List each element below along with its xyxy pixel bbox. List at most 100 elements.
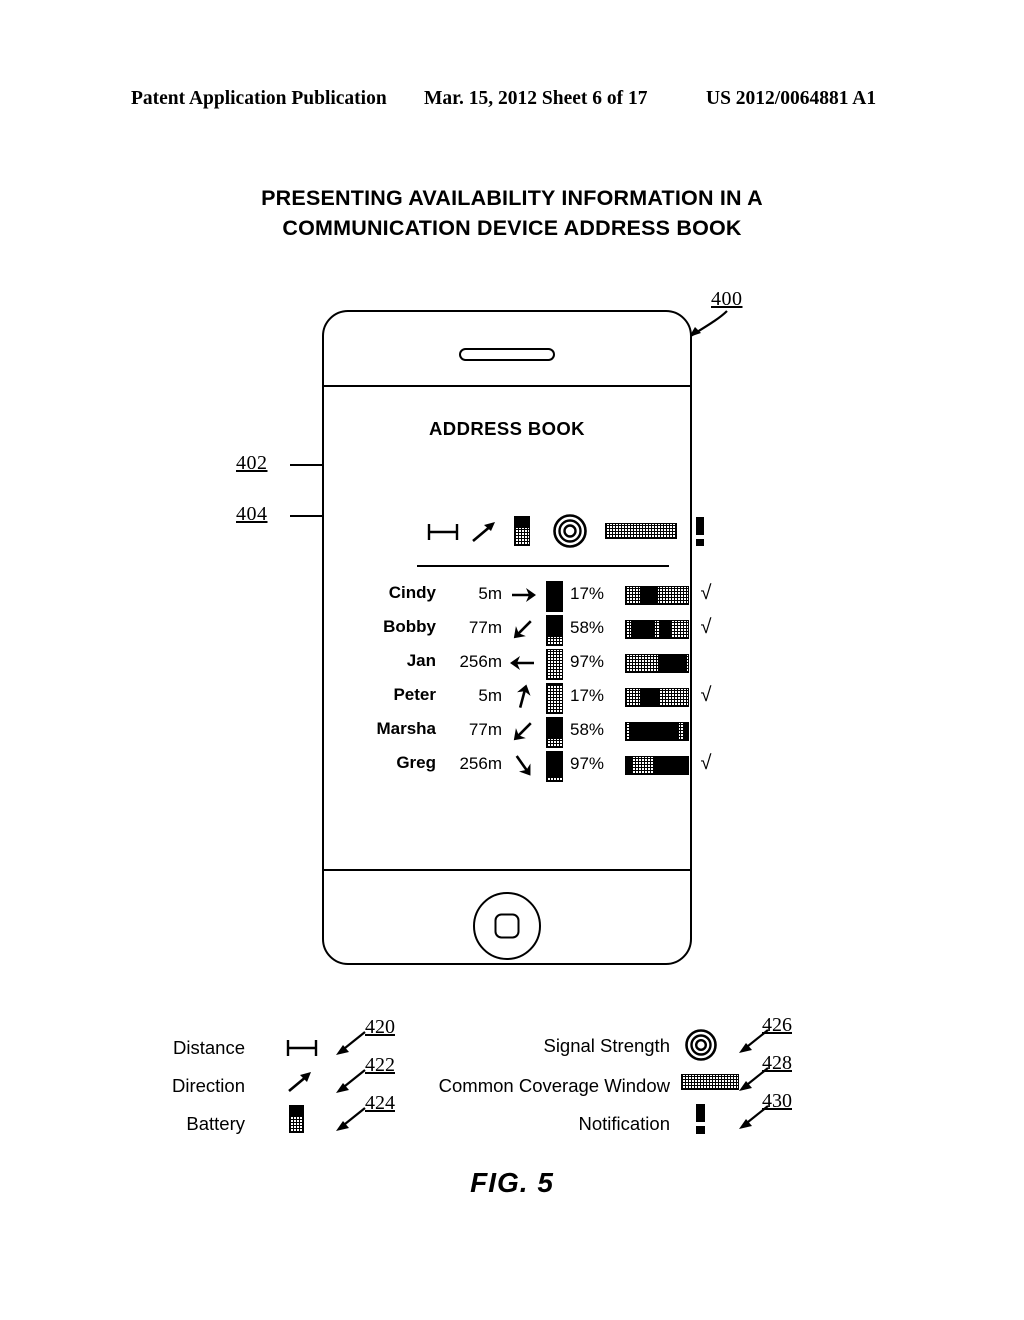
- contact-signal-strength: 97%: [570, 754, 605, 773]
- reference-numeral-420: 420: [365, 1016, 395, 1038]
- contact-name: Bobby: [383, 617, 436, 636]
- figure-title-line-2: COMMUNICATION DEVICE ADDRESS BOOK: [282, 216, 742, 240]
- contact-notification: √: [700, 582, 712, 604]
- figure-title-line-1: PRESENTING AVAILABILITY INFORMATION IN A: [261, 186, 763, 210]
- publication-header: Patent Application Publication Mar. 15, …: [0, 88, 1024, 114]
- contact-distance: 77m: [468, 720, 502, 739]
- contact-direction-icon: [508, 683, 538, 711]
- contact-name: Jan: [406, 651, 436, 670]
- leader-arrow-420: [336, 1031, 366, 1055]
- contact-direction-icon: [508, 615, 538, 643]
- notification-icon: [694, 517, 706, 547]
- reference-numeral-428: 428: [762, 1052, 792, 1074]
- contact-name: Cindy: [388, 583, 436, 602]
- common-coverage-window-icon: [681, 1074, 739, 1090]
- contact-distance: 256m: [459, 652, 502, 671]
- contact-battery-icon: [546, 615, 566, 647]
- direction-icon: [470, 520, 498, 544]
- contact-signal-strength: 97%: [570, 652, 605, 671]
- contact-coverage-window: [625, 688, 689, 707]
- screen-title: ADDRESS BOOK: [429, 418, 585, 439]
- battery-icon: [514, 516, 530, 546]
- contact-distance: 77m: [468, 618, 502, 637]
- contact-direction-icon: [508, 717, 538, 745]
- contact-coverage-window: [625, 756, 689, 775]
- contact-direction-icon: [508, 751, 538, 779]
- battery-icon: [289, 1105, 304, 1133]
- notification-icon: [694, 1104, 706, 1134]
- table-row[interactable]: Cindy 5m 17% √: [324, 581, 711, 615]
- coverage-segment: [639, 587, 659, 604]
- contact-name: Greg: [396, 753, 436, 772]
- contact-signal-strength: 58%: [570, 618, 605, 637]
- contact-battery-icon: [546, 717, 566, 749]
- leader-arrow-422: [336, 1069, 366, 1093]
- home-button-inner-square: [494, 913, 520, 939]
- earpiece-speaker: [459, 348, 555, 361]
- table-row[interactable]: Peter 5m 17% √: [324, 683, 711, 717]
- contact-battery-icon: [546, 649, 566, 681]
- legend-label-notification: Notification: [578, 1113, 670, 1134]
- publication-date-sheet: Mar. 15, 2012 Sheet 6 of 17: [424, 88, 648, 109]
- common-coverage-window-icon: [605, 523, 677, 539]
- signal-strength-icon: [552, 513, 588, 549]
- coverage-segment: [653, 757, 688, 774]
- coverage-segment: [658, 655, 686, 672]
- distance-icon: [285, 1037, 319, 1059]
- contact-distance: 5m: [478, 686, 502, 705]
- legend-label-battery: Battery: [186, 1113, 245, 1134]
- figure-caption: FIG. 5: [470, 1167, 554, 1198]
- distance-icon: [426, 520, 460, 544]
- home-button[interactable]: [473, 892, 541, 960]
- legend-label-common-coverage-window: Common Coverage Window: [438, 1075, 670, 1096]
- contact-notification: √: [700, 752, 712, 774]
- figure-title: PRESENTING AVAILABILITY INFORMATION IN A…: [0, 183, 1024, 243]
- publication-type: Patent Application Publication: [131, 88, 387, 109]
- contact-notification: √: [700, 616, 712, 638]
- coverage-segment: [629, 723, 679, 740]
- table-row[interactable]: Marsha 77m 58%: [324, 717, 690, 751]
- contact-coverage-window: [625, 586, 689, 605]
- reference-numeral-430: 430: [762, 1090, 792, 1112]
- contact-signal-strength: 17%: [570, 584, 605, 603]
- contact-signal-strength: 17%: [570, 686, 605, 705]
- contact-name: Marsha: [376, 719, 436, 738]
- contact-name: Peter: [393, 685, 436, 704]
- mobile-device: ADDRESS BOOK Cindy 5m 17% √ Bobby 77m 58…: [322, 310, 711, 965]
- contact-direction-icon: [508, 581, 538, 609]
- contact-notification: [696, 718, 716, 742]
- coverage-segment: [639, 689, 660, 706]
- contact-signal-strength: 58%: [570, 720, 605, 739]
- table-row[interactable]: Jan 256m 97%: [324, 649, 690, 683]
- contact-battery-icon: [546, 581, 566, 613]
- contact-battery-icon: [546, 683, 566, 715]
- table-row[interactable]: Greg 256m 97% √: [324, 751, 711, 785]
- coverage-segment: [683, 723, 688, 740]
- contact-coverage-window: [625, 722, 689, 741]
- reference-numeral-422: 422: [365, 1054, 395, 1076]
- reference-numeral-426: 426: [762, 1014, 792, 1036]
- contact-notification: √: [700, 684, 712, 706]
- signal-strength-icon: [684, 1028, 718, 1062]
- device-screen: ADDRESS BOOK Cindy 5m 17% √ Bobby 77m 58…: [324, 385, 711, 869]
- screen-bottom-edge: [324, 869, 690, 871]
- coverage-segment: [626, 757, 634, 774]
- contact-coverage-window: [625, 620, 689, 639]
- contact-battery-icon: [546, 751, 566, 783]
- publication-number: US 2012/0064881 A1: [706, 88, 877, 109]
- table-row[interactable]: Bobby 77m 58% √: [324, 615, 711, 649]
- header-separator-rule: [417, 565, 669, 567]
- coverage-segment: [630, 621, 655, 638]
- legend-label-direction: Direction: [172, 1075, 245, 1096]
- contact-direction-icon: [508, 649, 538, 677]
- contact-distance: 256m: [459, 754, 502, 773]
- legend-label-distance: Distance: [173, 1037, 245, 1058]
- contact-notification: [696, 650, 716, 674]
- contact-distance: 5m: [478, 584, 502, 603]
- coverage-segment: [660, 621, 672, 638]
- leader-arrow-424: [336, 1107, 366, 1131]
- reference-numeral-402: 402: [236, 452, 268, 474]
- direction-icon: [286, 1070, 314, 1094]
- contact-coverage-window: [625, 654, 689, 673]
- reference-numeral-404: 404: [236, 503, 268, 525]
